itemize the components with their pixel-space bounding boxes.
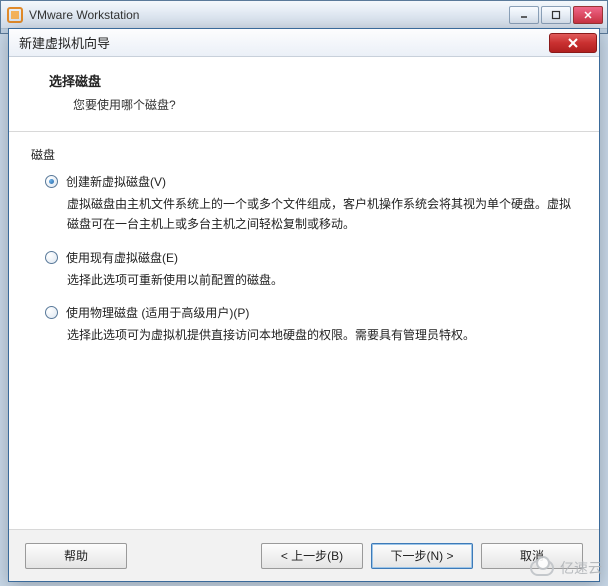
radio-icon[interactable]: [45, 306, 58, 319]
radio-icon[interactable]: [45, 175, 58, 188]
radio-label: 使用物理磁盘 (适用于高级用户)(P): [66, 304, 249, 321]
next-button[interactable]: 下一步(N) >: [371, 543, 473, 569]
group-label-disk: 磁盘: [31, 146, 577, 163]
parent-titlebar[interactable]: VMware Workstation: [1, 1, 607, 29]
dialog-title: 新建虚拟机向导: [19, 33, 549, 52]
window-controls: [507, 6, 603, 24]
wizard-dialog: 新建虚拟机向导 选择磁盘 您要使用哪个磁盘? 磁盘 创建新虚拟磁盘(V) 虚拟磁…: [8, 28, 600, 582]
dialog-heading: 选择磁盘: [49, 71, 575, 90]
radio-desc-use-existing: 选择此选项可重新使用以前配置的磁盘。: [67, 270, 577, 290]
dialog-subheading: 您要使用哪个磁盘?: [73, 96, 575, 113]
minimize-button[interactable]: [509, 6, 539, 24]
dialog-body: 磁盘 创建新虚拟磁盘(V) 虚拟磁盘由主机文件系统上的一个或多个文件组成，客户机…: [9, 132, 599, 529]
parent-window-title: VMware Workstation: [29, 8, 507, 22]
maximize-button[interactable]: [541, 6, 571, 24]
watermark-text: 亿速云: [560, 558, 602, 578]
radio-option-create-new[interactable]: 创建新虚拟磁盘(V): [45, 173, 577, 190]
cloud-icon: [530, 560, 554, 576]
dialog-titlebar[interactable]: 新建虚拟机向导: [9, 29, 599, 57]
dialog-footer: 帮助 < 上一步(B) 下一步(N) > 取消: [9, 529, 599, 581]
back-button[interactable]: < 上一步(B): [261, 543, 363, 569]
radio-label: 创建新虚拟磁盘(V): [66, 173, 166, 190]
radio-desc-create-new: 虚拟磁盘由主机文件系统上的一个或多个文件组成，客户机操作系统会将其视为单个硬盘。…: [67, 194, 577, 235]
vmware-icon: [7, 7, 23, 23]
parent-close-button[interactable]: [573, 6, 603, 24]
dialog-header: 选择磁盘 您要使用哪个磁盘?: [9, 57, 599, 132]
dialog-close-button[interactable]: [549, 33, 597, 53]
radio-option-use-existing[interactable]: 使用现有虚拟磁盘(E): [45, 249, 577, 266]
radio-option-physical-disk[interactable]: 使用物理磁盘 (适用于高级用户)(P): [45, 304, 577, 321]
radio-desc-physical-disk: 选择此选项可为虚拟机提供直接访问本地硬盘的权限。需要具有管理员特权。: [67, 325, 577, 345]
help-button[interactable]: 帮助: [25, 543, 127, 569]
watermark: 亿速云: [530, 558, 602, 578]
radio-label: 使用现有虚拟磁盘(E): [66, 249, 178, 266]
radio-icon[interactable]: [45, 251, 58, 264]
